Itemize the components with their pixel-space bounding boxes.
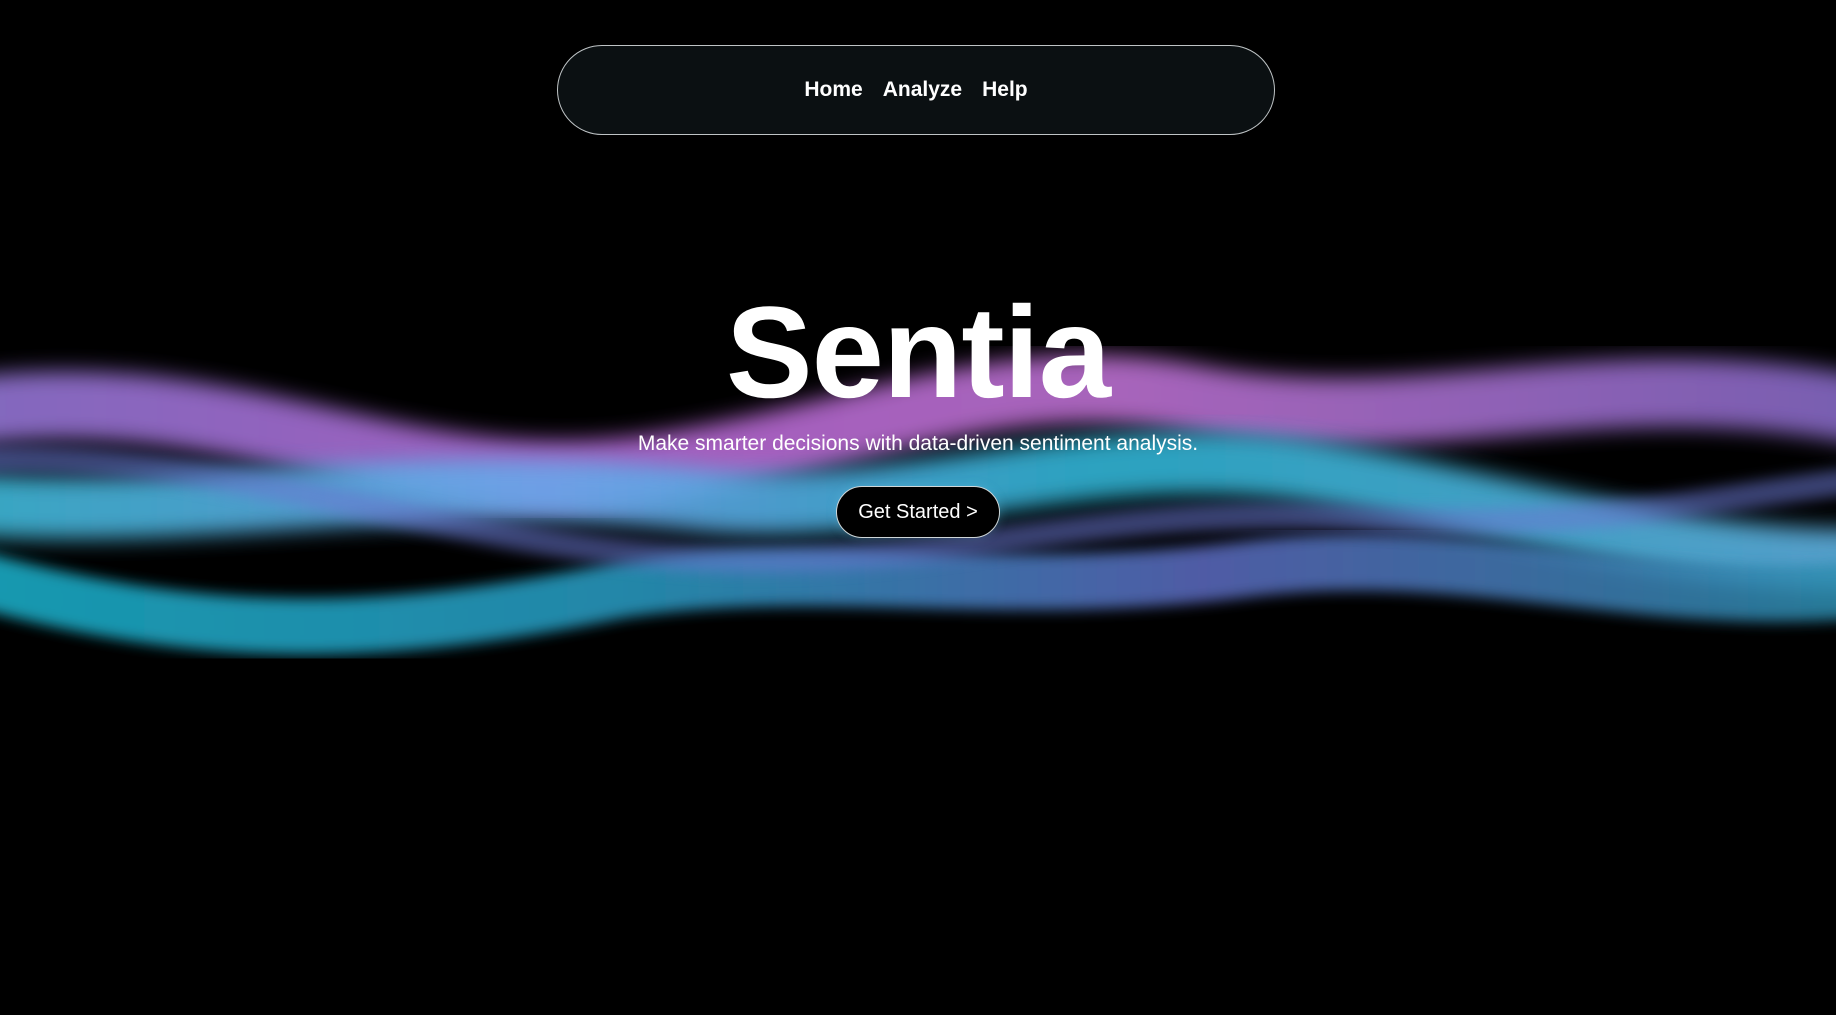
nav-link-analyze[interactable]: Analyze bbox=[883, 78, 962, 102]
wave-band-cyan bbox=[0, 534, 1836, 655]
landing-page: Home Analyze Help Sentia Make smarter de… bbox=[0, 0, 1836, 1015]
hero-subtitle: Make smarter decisions with data-driven … bbox=[637, 432, 1199, 455]
top-navbar: Home Analyze Help bbox=[557, 45, 1275, 135]
nav-link-help[interactable]: Help bbox=[982, 78, 1028, 102]
cta-container: Get Started > bbox=[0, 486, 1836, 538]
hero-title: Sentia bbox=[725, 279, 1111, 425]
hero-section: Sentia Make smarter decisions with data-… bbox=[0, 280, 1836, 538]
nav-link-home[interactable]: Home bbox=[804, 78, 862, 102]
get-started-button[interactable]: Get Started > bbox=[836, 486, 1000, 538]
